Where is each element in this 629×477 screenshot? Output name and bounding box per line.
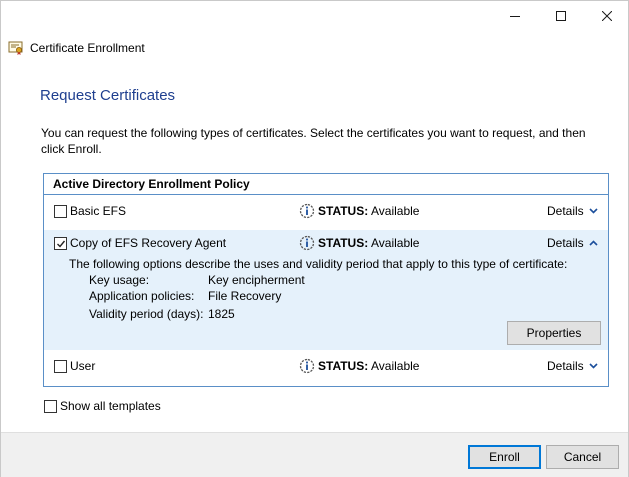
details-label: Details	[547, 359, 584, 373]
status-value: Available	[371, 204, 420, 218]
status-label: STATUS:	[318, 204, 369, 218]
policy-header: Active Directory Enrollment Policy	[44, 174, 608, 195]
list-item[interactable]: Basic EFS STATUS: Available Details	[44, 198, 608, 228]
details-description: The following options describe the uses …	[69, 257, 568, 271]
chevron-up-icon	[589, 240, 598, 246]
chevron-down-icon	[589, 208, 598, 214]
details-label: Details	[547, 204, 584, 218]
template-label: Copy of EFS Recovery Agent	[70, 236, 227, 250]
template-label: User	[70, 359, 96, 373]
status-value: Available	[371, 359, 420, 373]
key-usage-label: Key usage:	[89, 273, 150, 287]
enroll-button[interactable]: Enroll	[468, 445, 541, 469]
template-label: Basic EFS	[70, 204, 127, 218]
maximize-icon	[556, 11, 566, 21]
properties-button[interactable]: Properties	[507, 321, 601, 345]
application-policies-value: File Recovery	[208, 289, 282, 303]
info-icon	[299, 235, 315, 251]
key-usage-value: Key encipherment	[208, 273, 305, 287]
check-icon	[57, 240, 66, 248]
application-policies-label: Application policies:	[89, 289, 195, 303]
list-item[interactable]: User STATUS: Available Details	[44, 354, 608, 384]
wizard-header: Certificate Enrollment	[8, 39, 145, 57]
certificate-enrollment-window: Certificate Enrollment Request Certifica…	[0, 0, 629, 477]
validity-period-label: Validity period (days):	[89, 307, 204, 321]
status-label: STATUS:	[318, 359, 369, 373]
cancel-button[interactable]: Cancel	[546, 445, 619, 469]
enrollment-policy-list: Active Directory Enrollment Policy Basic…	[43, 173, 609, 387]
dialog-footer: Enroll Cancel	[1, 432, 628, 477]
close-icon	[602, 11, 612, 21]
show-all-templates-label: Show all templates	[60, 399, 161, 413]
maximize-button[interactable]	[538, 1, 584, 31]
page-title: Request Certificates	[40, 87, 176, 104]
details-toggle[interactable]: Details	[547, 359, 598, 373]
policy-header-label: Active Directory Enrollment Policy	[53, 177, 250, 191]
efs-recovery-agent-checkbox[interactable]	[54, 237, 67, 250]
minimize-button[interactable]	[492, 1, 538, 31]
app-title: Certificate Enrollment	[30, 41, 145, 55]
list-item-selected[interactable]: Copy of EFS Recovery Agent STATUS: Avail…	[44, 230, 608, 350]
minimize-icon	[510, 16, 520, 17]
close-button[interactable]	[584, 1, 629, 31]
status-label: STATUS:	[318, 236, 369, 250]
user-checkbox[interactable]	[54, 360, 67, 373]
info-icon	[299, 358, 315, 374]
details-label: Details	[547, 236, 584, 250]
details-toggle[interactable]: Details	[547, 204, 598, 218]
info-icon	[299, 203, 315, 219]
chevron-down-icon	[589, 363, 598, 369]
basic-efs-checkbox[interactable]	[54, 205, 67, 218]
show-all-templates-checkbox[interactable]	[44, 400, 57, 413]
certificate-icon	[8, 41, 23, 55]
status-value: Available	[371, 236, 420, 250]
details-toggle[interactable]: Details	[547, 236, 598, 250]
instructions-text: You can request the following types of c…	[41, 126, 586, 156]
validity-period-value: 1825	[208, 307, 235, 321]
